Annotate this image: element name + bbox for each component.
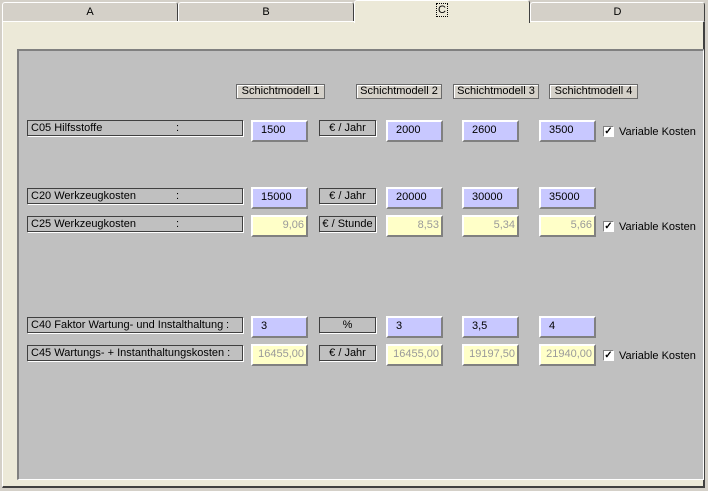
- tab-c-label: C: [436, 3, 448, 17]
- label-c05-colon: :: [176, 122, 180, 134]
- tab-strip: A B C D: [0, 0, 708, 23]
- unit-c25: € / Stunde: [319, 216, 376, 232]
- unit-c45: € / Jahr: [319, 345, 376, 361]
- header-schichtmodell-4: Schichtmodell 4: [549, 84, 638, 99]
- header-schichtmodell-3: Schichtmodell 3: [453, 84, 539, 99]
- input-c40-model-3[interactable]: 3,5: [462, 316, 519, 338]
- output-c25-model-4: 5,66: [539, 215, 596, 237]
- tab-c[interactable]: C: [354, 0, 530, 23]
- tab-b[interactable]: B: [178, 2, 354, 21]
- label-c45-text: C45 Wartungs- + Instanthaltungskosten :: [31, 347, 231, 359]
- unit-c40: %: [319, 317, 376, 333]
- checkbox-c05-label: Variable Kosten: [619, 126, 696, 138]
- label-c05-text: C05 Hilfsstoffe: [31, 122, 103, 134]
- label-c45-wartungskosten: C45 Wartungs- + Instanthaltungskosten :: [27, 345, 243, 361]
- input-c05-model-3[interactable]: 2600: [462, 120, 519, 142]
- header-schichtmodell-1: Schichtmodell 1: [236, 84, 325, 99]
- output-c25-model-3: 5,34: [462, 215, 519, 237]
- label-c40-faktor-wartung: C40 Faktor Wartung- und Instalthaltung :: [27, 317, 243, 333]
- input-c40-model-1[interactable]: 3: [251, 316, 308, 338]
- checkbox-c05-check-icon[interactable]: ✓: [603, 126, 614, 137]
- label-c40-text: C40 Faktor Wartung- und Instalthaltung: [31, 319, 224, 331]
- unit-c05: € / Jahr: [319, 120, 376, 136]
- tab-b-label: B: [262, 6, 270, 18]
- header-schichtmodell-2: Schichtmodell 2: [356, 84, 442, 99]
- output-c45-model-3: 19197,50: [462, 344, 519, 366]
- input-c05-model-1[interactable]: 1500: [251, 120, 308, 142]
- output-c25-model-1: 9,06: [251, 215, 308, 237]
- input-c40-model-4[interactable]: 4: [539, 316, 596, 338]
- tab-d-label: D: [613, 6, 622, 18]
- tab-a[interactable]: A: [2, 2, 178, 21]
- input-c20-model-4[interactable]: 35000: [539, 187, 596, 209]
- input-c40-model-2[interactable]: 3: [386, 316, 443, 338]
- output-c25-model-2: 8,53: [386, 215, 443, 237]
- output-c45-model-4: 21940,00: [539, 344, 596, 366]
- label-c40-colon: :: [226, 319, 230, 331]
- label-c25-werkzeugkosten: C25 Werkzeugkosten :: [27, 216, 243, 232]
- output-c45-model-1: 16455,00: [251, 344, 308, 366]
- checkbox-c45-check-icon[interactable]: ✓: [603, 350, 614, 361]
- label-c20-text: C20 Werkzeugkosten: [31, 190, 136, 202]
- checkbox-c45-label: Variable Kosten: [619, 350, 696, 362]
- label-c05-hilfsstoffe: C05 Hilfsstoffe :: [27, 120, 243, 136]
- input-c05-model-4[interactable]: 3500: [539, 120, 596, 142]
- unit-c20: € / Jahr: [319, 188, 376, 204]
- label-c20-colon: :: [176, 190, 180, 202]
- input-c20-model-2[interactable]: 20000: [386, 187, 443, 209]
- checkbox-c25-check-icon[interactable]: ✓: [603, 221, 614, 232]
- output-c45-model-2: 16455,00: [386, 344, 443, 366]
- label-c25-text: C25 Werkzeugkosten: [31, 218, 136, 230]
- form-panel: Schichtmodell 1 Schichtmodell 2 Schichtm…: [17, 49, 704, 480]
- input-c05-model-2[interactable]: 2000: [386, 120, 443, 142]
- checkbox-c25-label: Variable Kosten: [619, 221, 696, 233]
- input-c20-model-3[interactable]: 30000: [462, 187, 519, 209]
- tab-a-label: A: [86, 6, 94, 18]
- input-c20-model-1[interactable]: 15000: [251, 187, 308, 209]
- label-c20-werkzeugkosten: C20 Werkzeugkosten :: [27, 188, 243, 204]
- label-c25-colon: :: [176, 218, 180, 230]
- tab-d[interactable]: D: [530, 2, 705, 21]
